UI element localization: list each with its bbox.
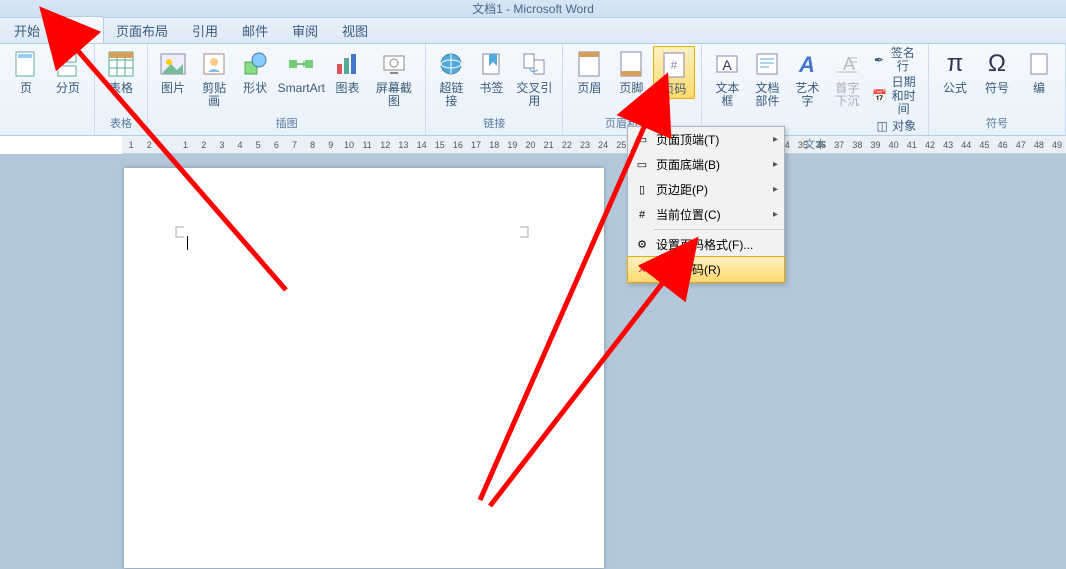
dropcap-icon: A	[831, 48, 863, 80]
separator	[654, 229, 784, 230]
object-icon: ◫	[874, 119, 890, 135]
screenshot-button[interactable]: 屏幕截图	[368, 46, 419, 110]
dd-format[interactable]: ⚙设置页码格式(F)...	[628, 232, 784, 257]
group-pages: 页 分页	[0, 44, 95, 135]
cover-page-button[interactable]: 页	[6, 46, 46, 97]
textbox-button[interactable]: A文本框	[708, 46, 746, 110]
tab-ref[interactable]: 引用	[180, 17, 230, 43]
equation-button[interactable]: π公式	[935, 46, 975, 97]
text-cursor	[187, 236, 188, 250]
submenu-arrow-icon: ▸	[773, 159, 778, 170]
document-canvas	[0, 154, 1066, 569]
group-label: 表格	[110, 115, 132, 133]
datetime-button[interactable]: 📅日期和时间	[868, 75, 922, 117]
dd-remove[interactable]: ✕删除页码(R)	[627, 256, 785, 283]
group-label: 链接	[483, 115, 505, 133]
table-icon	[105, 48, 137, 80]
group-tables: 表格 表格	[95, 44, 148, 135]
ribbon: 页 分页 表格 表格 图片 剪贴画 形状 SmartArt 图表 屏幕截图 插图…	[0, 44, 1066, 136]
hyperlink-icon	[435, 48, 467, 80]
margin-marker-right	[518, 222, 578, 252]
bookmark-icon	[475, 48, 507, 80]
tab-mail[interactable]: 邮件	[230, 17, 280, 43]
svg-text:A: A	[723, 57, 733, 73]
screenshot-icon	[378, 48, 410, 80]
break-icon	[52, 48, 84, 80]
quickparts-icon	[751, 48, 783, 80]
page-margin-icon: ▯	[634, 182, 650, 198]
picture-button[interactable]: 图片	[154, 46, 192, 97]
number-button[interactable]: 编	[1019, 46, 1059, 97]
shapes-icon	[239, 48, 271, 80]
group-text: A文本框 文档部件 A艺术字 A首字下沉 ✒签名行 📅日期和时间 ◫对象 文本	[702, 44, 929, 135]
crossref-button[interactable]: 交叉引用	[512, 46, 556, 110]
date-icon: 📅	[872, 88, 887, 104]
wordart-button[interactable]: A艺术字	[788, 46, 826, 110]
tab-view[interactable]: 视图	[330, 17, 380, 43]
page[interactable]	[124, 168, 604, 568]
quickparts-button[interactable]: 文档部件	[748, 46, 786, 110]
signature-icon: ✒	[872, 52, 885, 68]
clipart-button[interactable]: 剪贴画	[194, 46, 234, 110]
textbox-icon: A	[711, 48, 743, 80]
dd-current-pos[interactable]: #当前位置(C)▸	[628, 202, 784, 227]
tab-start[interactable]: 开始	[2, 17, 52, 43]
number-icon	[1023, 48, 1055, 80]
page-top-icon: ▭	[634, 132, 650, 148]
titlebar: 文档1 - Microsoft Word	[0, 0, 1066, 18]
group-illustrations: 图片 剪贴画 形状 SmartArt 图表 屏幕截图 插图	[148, 44, 426, 135]
tab-insert[interactable]: 插入	[52, 16, 104, 43]
chart-button[interactable]: 图表	[328, 46, 366, 97]
tab-layout[interactable]: 页面布局	[104, 17, 180, 43]
bookmark-button[interactable]: 书签	[472, 46, 510, 97]
picture-icon	[157, 48, 189, 80]
crossref-icon	[518, 48, 550, 80]
margin-marker-left	[174, 222, 234, 252]
svg-text:A: A	[798, 52, 815, 77]
dd-page-bottom[interactable]: ▭页面底端(B)▸	[628, 152, 784, 177]
group-label: 符号	[986, 115, 1008, 133]
page-icon	[10, 48, 42, 80]
remove-icon: ✕	[634, 262, 650, 278]
wordart-icon: A	[791, 48, 823, 80]
dd-page-top[interactable]: ▭页面顶端(T)▸	[628, 127, 784, 152]
table-button[interactable]: 表格	[101, 46, 141, 97]
header-icon	[573, 48, 605, 80]
group-header-footer: 页眉 页脚 #页码 页眉和页脚	[563, 44, 702, 135]
page-break-button[interactable]: 分页	[48, 46, 88, 97]
dd-page-margin[interactable]: ▯页边距(P)▸	[628, 177, 784, 202]
current-pos-icon: #	[634, 207, 650, 223]
shapes-button[interactable]: 形状	[236, 46, 274, 97]
pagenum-icon: #	[658, 49, 690, 81]
equation-icon: π	[939, 48, 971, 80]
ribbon-tabs: 开始 插入 页面布局 引用 邮件 审阅 视图	[0, 18, 1066, 44]
object-button[interactable]: ◫对象	[868, 118, 922, 136]
dropcap-button[interactable]: A首字下沉	[828, 46, 866, 110]
format-icon: ⚙	[634, 237, 650, 253]
ruler: 1212345678910111213141516171819202122232…	[122, 136, 1066, 154]
smartart-button[interactable]: SmartArt	[276, 46, 326, 97]
chart-icon	[331, 48, 363, 80]
submenu-arrow-icon: ▸	[773, 209, 778, 220]
page-number-dropdown: ▭页面顶端(T)▸ ▭页面底端(B)▸ ▯页边距(P)▸ #当前位置(C)▸ ⚙…	[627, 126, 785, 283]
tab-review[interactable]: 审阅	[280, 17, 330, 43]
smartart-icon	[285, 48, 317, 80]
group-links: 超链接 书签 交叉引用 链接	[426, 44, 563, 135]
group-label: 插图	[276, 115, 298, 133]
symbol-button[interactable]: Ω符号	[977, 46, 1017, 97]
header-button[interactable]: 页眉	[569, 46, 609, 97]
footer-icon	[615, 48, 647, 80]
footer-button[interactable]: 页脚	[611, 46, 651, 97]
page-number-button[interactable]: #页码	[653, 46, 695, 99]
svg-text:A: A	[843, 54, 855, 74]
signature-button[interactable]: ✒签名行	[868, 46, 922, 74]
submenu-arrow-icon: ▸	[773, 134, 778, 145]
svg-text:#: #	[671, 58, 678, 72]
page-bottom-icon: ▭	[634, 157, 650, 173]
submenu-arrow-icon: ▸	[773, 184, 778, 195]
clipart-icon	[198, 48, 230, 80]
symbol-icon: Ω	[981, 48, 1013, 80]
hyperlink-button[interactable]: 超链接	[432, 46, 470, 110]
group-symbols: π公式 Ω符号 编 符号	[929, 44, 1066, 135]
